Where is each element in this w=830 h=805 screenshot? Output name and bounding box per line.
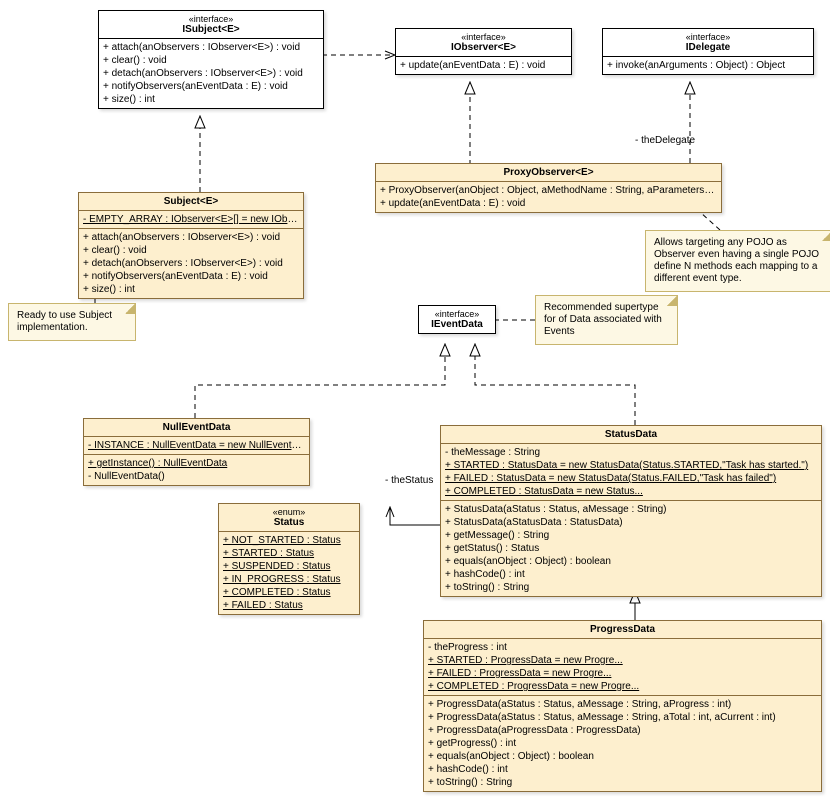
stereotype: «interface» (607, 32, 809, 42)
class-name: ISubject<E> (182, 24, 239, 35)
class-name: ProxyObserver<E> (376, 164, 721, 182)
class-statusdata: StatusData - theMessage : String + START… (440, 425, 822, 597)
class-name: Status (274, 517, 305, 528)
stereotype: «interface» (103, 14, 319, 24)
class-progressdata: ProgressData - theProgress : int + START… (423, 620, 822, 792)
class-proxyobserver: ProxyObserver<E> + ProxyObserver(anObjec… (375, 163, 722, 213)
class-name: NullEventData (84, 419, 309, 437)
stereotype: «interface» (400, 32, 567, 42)
assoc-label-thedelegate: - theDelegate (635, 135, 695, 146)
class-name: StatusData (441, 426, 821, 444)
stereotype: «interface» (423, 309, 491, 319)
class-name: Subject<E> (79, 193, 303, 211)
enum-status: «enum»Status + NOT_STARTED : Status + ST… (218, 503, 360, 615)
class-ieventdata: «interface»IEventData (418, 305, 496, 334)
class-name: IDelegate (686, 42, 730, 53)
ops: + attach(anObservers : IObserver<E>) : v… (99, 39, 323, 108)
class-name: ProgressData (424, 621, 821, 639)
note-ieventdata: Recommended supertype for of Data associ… (535, 295, 678, 345)
note-subject: Ready to use Subject implementation. (8, 303, 136, 341)
class-name: IEventData (431, 319, 483, 330)
stereotype: «enum» (223, 507, 355, 517)
class-name: IObserver<E> (451, 42, 516, 53)
class-iobserver: «interface»IObserver<E> + update(anEvent… (395, 28, 572, 75)
class-isubject: «interface»ISubject<E> + attach(anObserv… (98, 10, 324, 109)
class-nulleventdata: NullEventData - INSTANCE : NullEventData… (83, 418, 310, 486)
class-idelegate: «interface»IDelegate + invoke(anArgument… (602, 28, 814, 75)
uml-diagram: «interface»ISubject<E> + attach(anObserv… (0, 0, 830, 805)
class-subject: Subject<E> - EMPTY_ARRAY : IObserver<E>[… (78, 192, 304, 299)
note-proxy: Allows targeting any POJO as Observer ev… (645, 230, 830, 292)
assoc-label-thestatus: - theStatus (385, 475, 433, 486)
